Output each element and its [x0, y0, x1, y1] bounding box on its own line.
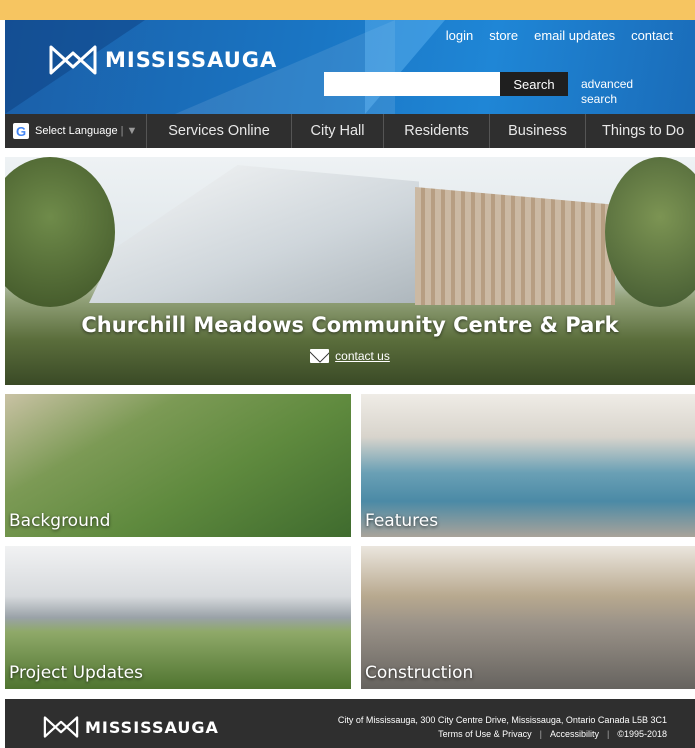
page-title: Churchill Meadows Community Centre & Par…: [81, 313, 619, 337]
language-label: Select Language: [35, 125, 118, 137]
hero-building-facade: [415, 187, 615, 305]
advanced-search-link[interactable]: advanced search: [581, 77, 651, 107]
tile-label: Construction: [365, 663, 474, 683]
store-link[interactable]: store: [489, 28, 518, 43]
mississauga-logo-icon: [49, 45, 97, 75]
terms-privacy-link[interactable]: Terms of Use & Privacy: [438, 729, 532, 739]
footer-links: Terms of Use & Privacy | Accessibility |…: [438, 729, 667, 739]
nav-item-things-to-do[interactable]: Things to Do: [586, 114, 694, 148]
utility-links: login store email updates contact: [446, 28, 673, 43]
login-link[interactable]: login: [446, 28, 473, 43]
hero-banner: Churchill Meadows Community Centre & Par…: [5, 157, 695, 385]
search-input[interactable]: [324, 72, 500, 96]
contact-us-link[interactable]: contact us: [335, 349, 390, 363]
nav-item-services-online[interactable]: Services Online: [147, 114, 292, 148]
footer-logo[interactable]: MISSISSAUGA: [43, 716, 219, 738]
site-header: MISSISSAUGA login store email updates co…: [5, 20, 695, 114]
tile-background[interactable]: Background: [5, 394, 351, 537]
accessibility-link[interactable]: Accessibility: [550, 729, 599, 739]
tile-features[interactable]: Features: [361, 394, 695, 537]
tile-construction[interactable]: Construction: [361, 546, 695, 689]
footer-divider: |: [539, 729, 542, 739]
language-dropdown-indicator: | ▼: [120, 125, 138, 137]
footer-divider: |: [606, 729, 610, 739]
footer-address: City of Mississauga, 300 City Centre Dri…: [337, 715, 667, 725]
header-decoration: [365, 20, 445, 114]
hero-contact: contact us: [5, 349, 695, 363]
mississauga-logo-icon: [43, 716, 79, 738]
nav-item-city-hall[interactable]: City Hall: [292, 114, 384, 148]
logo-text: MISSISSAUGA: [105, 48, 278, 72]
google-translate-icon: G: [13, 123, 29, 139]
nav-item-residents[interactable]: Residents: [384, 114, 490, 148]
mail-icon: [310, 349, 330, 363]
nav-item-business[interactable]: Business: [490, 114, 586, 148]
search-button[interactable]: Search: [500, 72, 568, 96]
contact-link[interactable]: contact: [631, 28, 673, 43]
copyright: ©1995-2018: [617, 729, 667, 739]
tile-label: Background: [9, 511, 111, 531]
footer-logo-text: MISSISSAUGA: [85, 717, 219, 737]
hero-building: [89, 165, 419, 303]
tile-label: Features: [365, 511, 439, 531]
site-logo[interactable]: MISSISSAUGA: [49, 42, 277, 78]
language-selector[interactable]: G Select Language | ▼: [5, 114, 147, 148]
site-footer: MISSISSAUGA City of Mississauga, 300 Cit…: [5, 699, 695, 748]
tile-project-updates[interactable]: Project Updates: [5, 546, 351, 689]
top-accent-bar: [0, 0, 695, 20]
tile-label: Project Updates: [9, 663, 143, 683]
hero-tree: [605, 157, 695, 307]
email-updates-link[interactable]: email updates: [534, 28, 615, 43]
main-nav: G Select Language | ▼ Services Online Ci…: [5, 114, 695, 148]
